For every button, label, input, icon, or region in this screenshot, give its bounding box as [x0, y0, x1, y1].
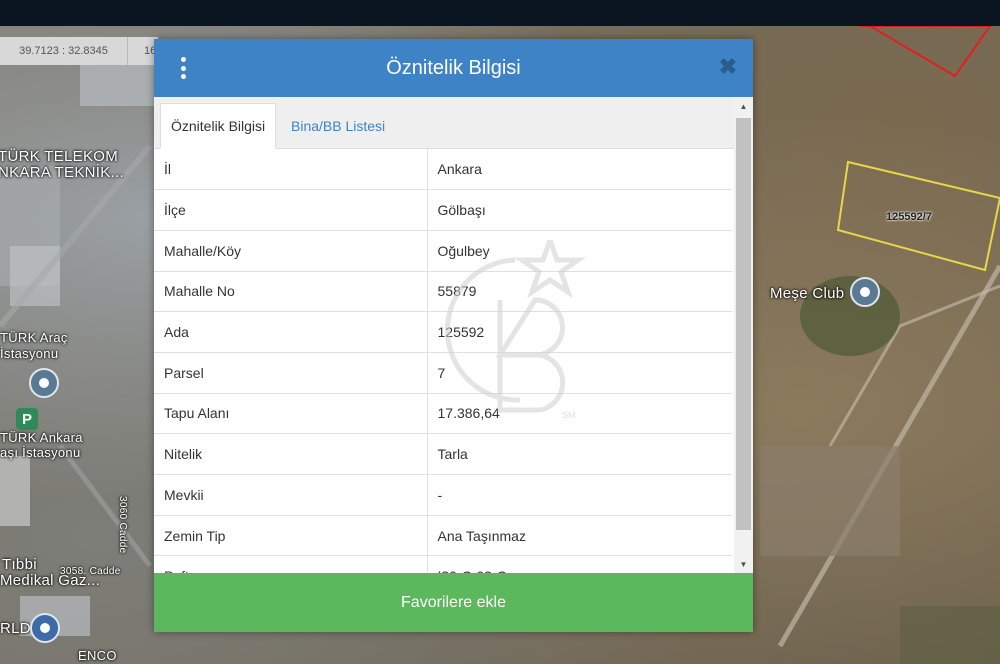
- row-key: Mahalle/Köy: [154, 230, 428, 272]
- row-key: Parsel: [154, 352, 428, 394]
- map-label-turk-telekom: TÜRK TELEKOM: [0, 148, 119, 165]
- parcel-number-label: 125592/7: [886, 211, 932, 223]
- table-row: Nitelik Tarla: [154, 433, 732, 475]
- row-key: Mahalle No: [154, 271, 428, 313]
- table-row: Mahalle/Köy Oğulbey: [154, 230, 732, 272]
- table-row: Tapu Alanı 17.386,64: [154, 393, 732, 435]
- table-row: Zemin Tip Ana Taşınmaz: [154, 515, 732, 557]
- table-row: Ada 125592: [154, 311, 732, 353]
- row-key: Zemin Tip: [154, 515, 428, 557]
- row-key: Tapu Alanı: [154, 393, 428, 435]
- map-label-istasyonu: İstasyonu: [0, 346, 59, 361]
- close-icon[interactable]: ✖: [719, 55, 737, 79]
- row-key: Mevkii: [154, 474, 428, 516]
- map-label-enco: ENCO: [78, 648, 117, 663]
- table-row: Mahalle No 55879: [154, 271, 732, 313]
- row-value: Oğulbey: [427, 230, 732, 272]
- map-building: [10, 246, 60, 306]
- table-row: İl Ankara: [154, 149, 732, 191]
- attribute-table: İl Ankara İlçe Gölbaşı Mahalle/Köy Oğulbey …: [154, 149, 732, 573]
- map-road: [58, 444, 152, 568]
- row-value: 7: [427, 352, 732, 394]
- row-value: I30-C-03-C: [427, 555, 732, 573]
- lock-pin-icon[interactable]: [30, 613, 60, 643]
- table-row: İlçe Gölbaşı: [154, 189, 732, 231]
- row-value: Ana Taşınmaz: [427, 515, 732, 557]
- map-trees: [900, 606, 1000, 664]
- map-label-turk-ankara: TÜRK Ankara: [0, 430, 83, 445]
- scroll-down-arrow-icon[interactable]: ▼: [734, 555, 753, 573]
- coordinate-readout: 39.7123 : 32.8345: [0, 37, 128, 65]
- parking-icon[interactable]: P: [16, 408, 38, 430]
- tab-building-list[interactable]: Bina/BB Listesi: [281, 103, 395, 149]
- kebab-menu-icon[interactable]: [178, 57, 188, 79]
- row-value: Gölbaşı: [427, 189, 732, 231]
- map-building: [0, 456, 30, 526]
- row-value: 17.386,64: [427, 393, 732, 435]
- map-label-cadde-3060: 3060 Cadde: [117, 496, 128, 554]
- top-bar: [0, 0, 1000, 26]
- row-key: İl: [154, 149, 428, 191]
- row-value: 55879: [427, 271, 732, 313]
- modal-header: Öznitelik Bilgisi ✖: [154, 39, 753, 97]
- row-key: Nitelik: [154, 433, 428, 475]
- scroll-up-arrow-icon[interactable]: ▲: [734, 97, 753, 115]
- map-pin-icon[interactable]: [29, 368, 59, 398]
- modal-title: Öznitelik Bilgisi: [386, 56, 521, 79]
- scroll-thumb[interactable]: [736, 118, 751, 530]
- row-value: Tarla: [427, 433, 732, 475]
- add-to-favorites-button[interactable]: Favorilere ekle: [154, 573, 753, 632]
- row-key: Pafta: [154, 555, 428, 573]
- tab-bar: Öznitelik Bilgisi Bina/BB Listesi: [154, 97, 734, 149]
- attribute-table-container[interactable]: İl Ankara İlçe Gölbaşı Mahalle/Köy Oğulbey …: [154, 149, 734, 573]
- row-value: 125592: [427, 311, 732, 353]
- map-label-cadde-3058: 3058. Cadde: [60, 566, 121, 577]
- map-label-ankara-teknik: NKARA TEKNİK...: [0, 164, 124, 181]
- row-key: Ada: [154, 311, 428, 353]
- row-key: İlçe: [154, 189, 428, 231]
- parcel-outline-red: [860, 26, 992, 78]
- map-pin-icon[interactable]: [850, 277, 880, 307]
- table-row: PaftaI30-C-03-C: [154, 555, 732, 573]
- table-row: Mevkii -: [154, 474, 732, 516]
- map-label-turk-arac: TÜRK Araç: [0, 330, 68, 345]
- map-label-asi-istasyonu: aşı İstasyonu: [0, 445, 81, 460]
- map-label-mese-club: Meşe Club: [770, 285, 845, 302]
- map-field: [760, 446, 900, 556]
- map-label-tibbi: Tıbbi: [2, 556, 37, 573]
- map-label-rld: RLD: [0, 620, 31, 637]
- attribute-info-modal: Öznitelik Bilgisi ✖ Öznitelik Bilgisi Bi…: [154, 39, 753, 632]
- tab-attribute-info[interactable]: Öznitelik Bilgisi: [160, 103, 277, 149]
- row-value: Ankara: [427, 149, 732, 191]
- table-row: Parsel 7: [154, 352, 732, 394]
- row-value: -: [427, 474, 732, 516]
- vertical-scrollbar[interactable]: ▲ ▼: [734, 97, 753, 573]
